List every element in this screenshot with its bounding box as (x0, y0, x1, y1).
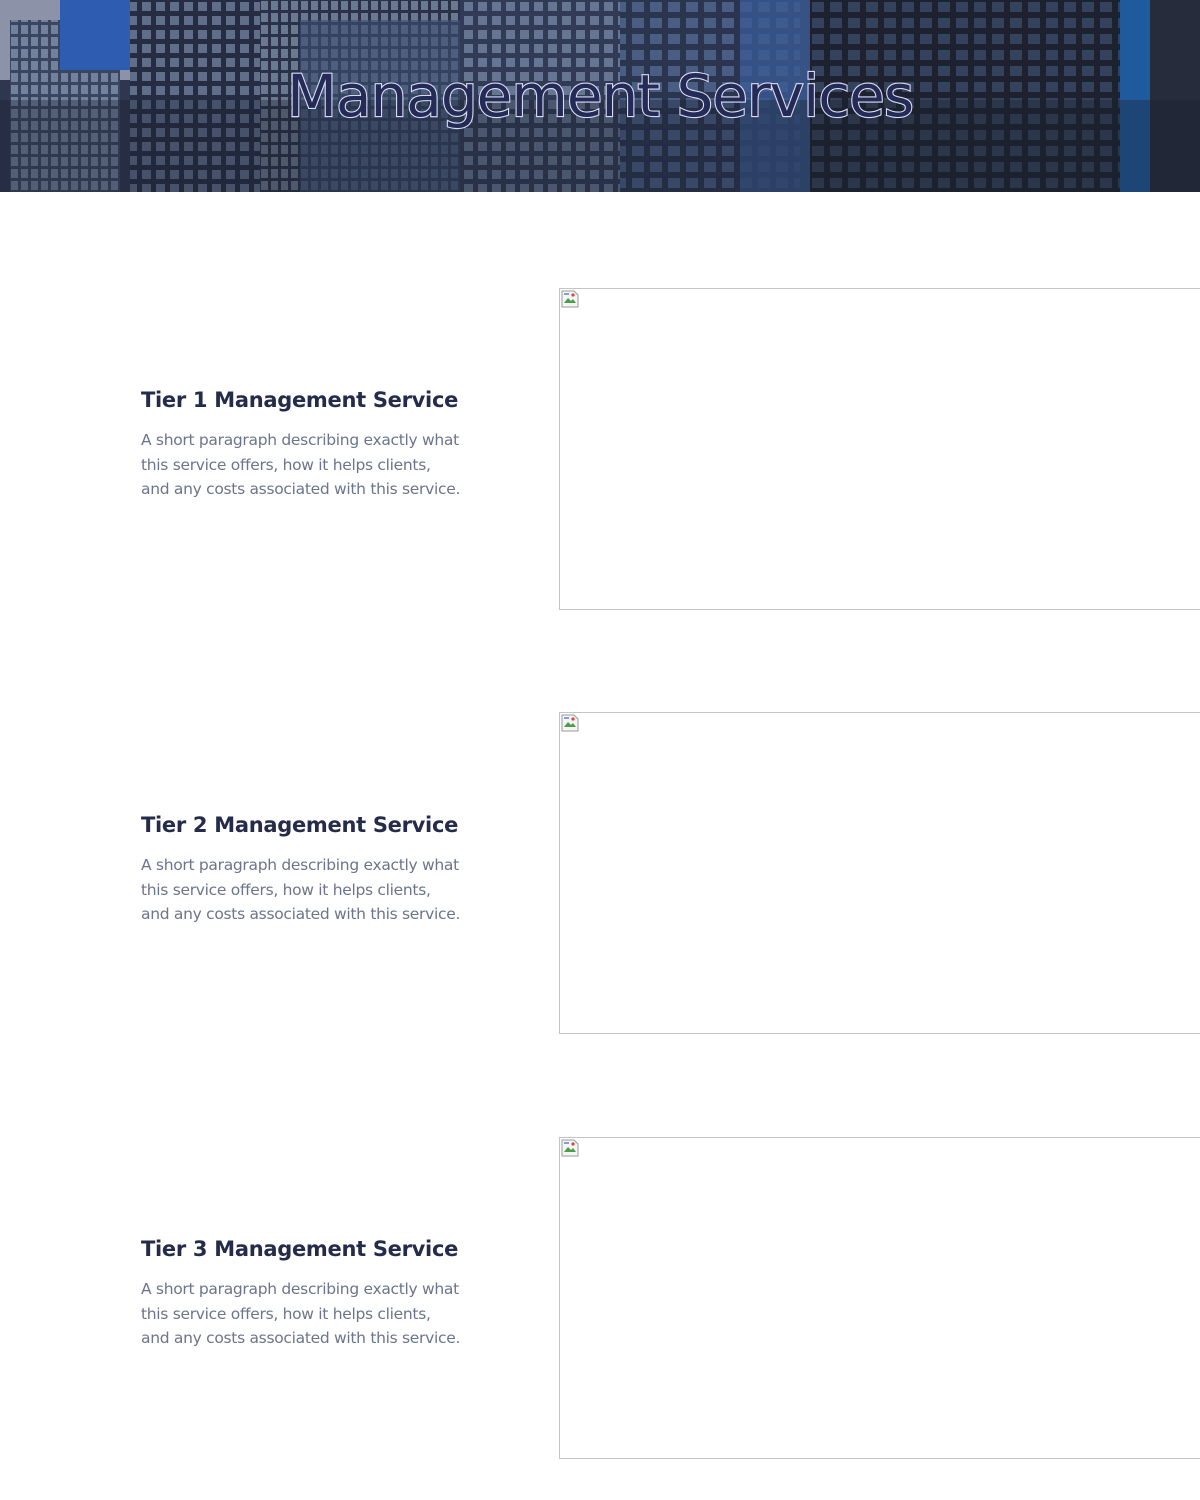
service-text-block: Tier 2 Management Service A short paragr… (141, 811, 461, 927)
service-text-block: Tier 1 Management Service A short paragr… (141, 386, 461, 502)
service-title: Tier 3 Management Service (141, 1237, 459, 1261)
service-section-tier-3: Tier 3 Management Service A short paragr… (0, 1137, 1200, 1459)
service-description: A short paragraph describing exactly wha… (141, 431, 461, 498)
service-title: Tier 1 Management Service (141, 388, 459, 412)
hero-banner: Management Services (0, 0, 1200, 192)
service-description: A short paragraph describing exactly wha… (141, 1280, 461, 1347)
service-section-tier-1: Tier 1 Management Service A short paragr… (0, 288, 1200, 610)
service-description: A short paragraph describing exactly wha… (141, 856, 461, 923)
service-section-tier-2: Tier 2 Management Service A short paragr… (0, 712, 1200, 1034)
service-image (559, 712, 1200, 1034)
service-text-block: Tier 3 Management Service A short paragr… (141, 1235, 461, 1351)
page-title: Management Services (286, 61, 915, 131)
broken-image-icon (561, 290, 579, 308)
service-image (559, 1137, 1200, 1459)
broken-image-icon (561, 714, 579, 732)
broken-image-icon (561, 1139, 579, 1157)
service-title: Tier 2 Management Service (141, 813, 459, 837)
service-image (559, 288, 1200, 610)
